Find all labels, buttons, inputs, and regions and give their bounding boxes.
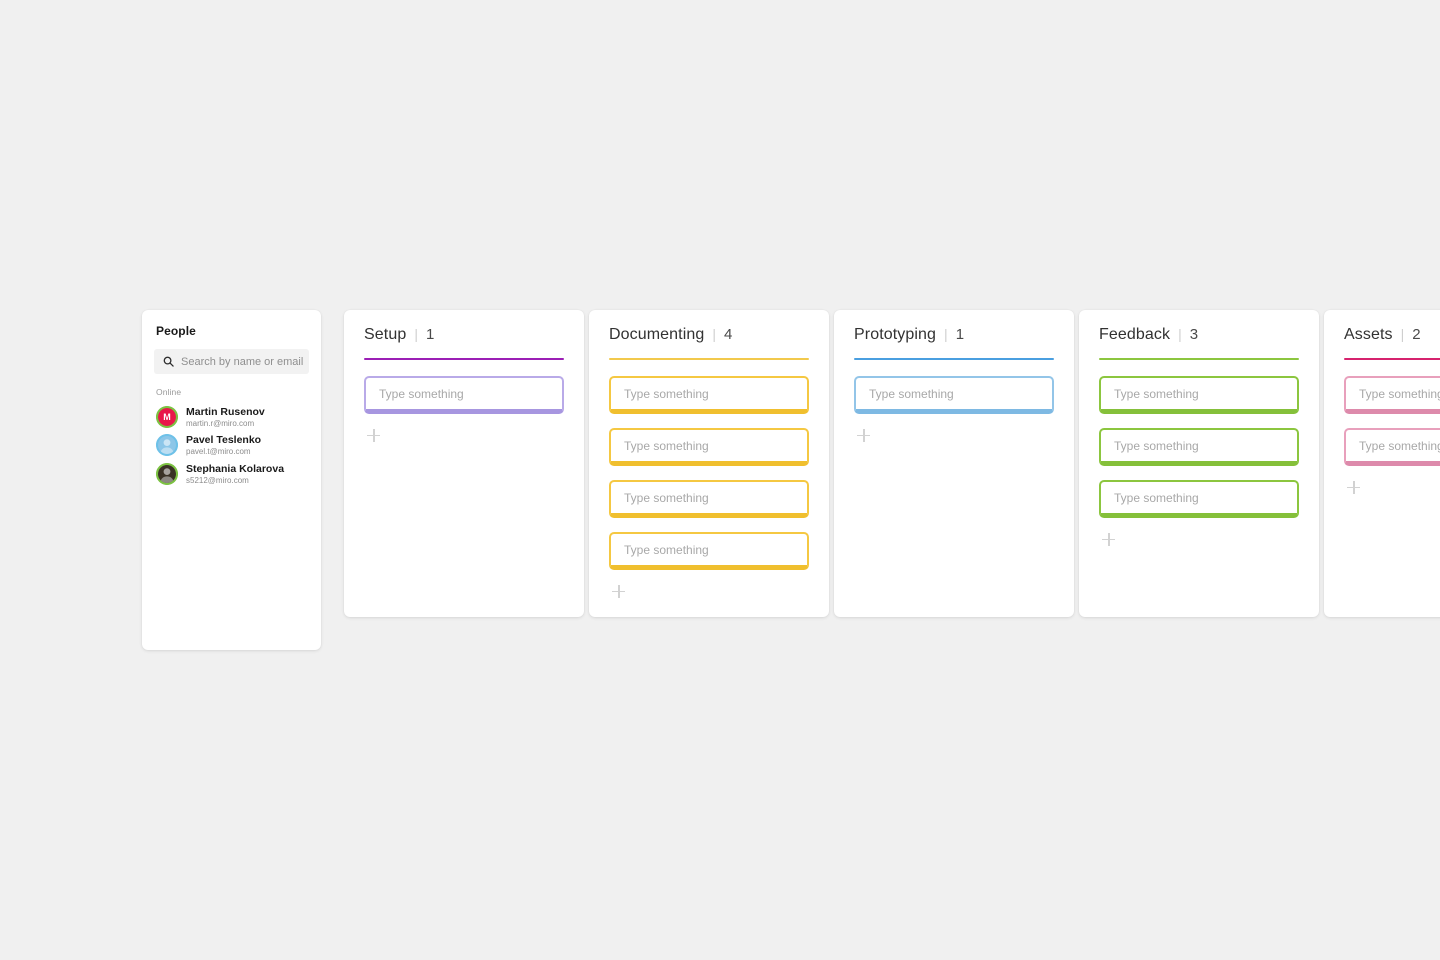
kanban-column: Prototyping | 1 Type something [834,310,1074,617]
column-card-count: 2 [1412,326,1421,343]
avatar-image [158,464,176,483]
add-card-button[interactable] [1101,532,1117,548]
card-placeholder-text: Type something [1114,386,1199,401]
column-title: Documenting [609,326,705,343]
card-placeholder-text: Type something [624,542,709,557]
column-count-separator: | [1178,326,1182,342]
people-group-label: Online [156,387,182,397]
people-panel-title: People [156,324,196,338]
avatar: M [156,406,178,429]
person-list-item[interactable]: Stephania Kolarova s5212@miro.com [154,460,309,488]
card-placeholder-text: Type something [624,438,709,453]
people-panel: People Search by name or email Online MM… [142,310,321,650]
kanban-card[interactable]: Type something [609,532,809,570]
card-placeholder-text: Type something [1114,438,1199,453]
column-header[interactable]: Prototyping | 1 [854,310,1054,358]
card-placeholder-text: Type something [1114,490,1199,505]
person-name: Martin Rusenov [186,406,265,418]
kanban-card[interactable]: Type something [1344,376,1440,414]
person-email: martin.r@miro.com [186,419,255,429]
card-placeholder-text: Type something [869,386,954,401]
kanban-card[interactable]: Type something [609,480,809,518]
column-count-separator: | [1400,326,1405,342]
person-email: pavel.t@miro.com [186,447,251,457]
add-card-button[interactable] [611,584,627,600]
card-placeholder-text: Type something [624,490,709,505]
column-card-count: 4 [724,326,733,343]
column-card-list: Type something [364,360,564,444]
card-placeholder-text: Type something [379,386,464,401]
add-card-button[interactable] [856,428,872,444]
search-icon [163,356,174,367]
people-search-placeholder: Search by name or email [181,355,304,368]
card-placeholder-text: Type something [1359,386,1440,401]
column-header[interactable]: Feedback | 3 [1099,310,1299,358]
add-card-button[interactable] [366,428,382,444]
board-canvas: People Search by name or email Online MM… [0,0,1440,960]
column-title: Prototyping [854,326,937,343]
kanban-column: Feedback | 3 Type something Type something Ty… [1079,310,1319,617]
kanban-card[interactable]: Type something [1344,428,1440,466]
person-details: Martin Rusenov martin.r@miro.com [186,406,265,428]
column-header[interactable]: Assets | 2 [1344,310,1440,358]
kanban-column: Assets | 2 Type something Type something [1324,310,1440,617]
kanban-column: Documenting | 4 Type something Type somethin… [589,310,829,617]
kanban-card[interactable]: Type something [854,376,1054,414]
column-header[interactable]: Setup | 1 [364,310,564,358]
column-title: Feedback [1099,326,1171,343]
person-details: Stephania Kolarova s5212@miro.com [186,463,284,485]
card-placeholder-text: Type something [624,386,709,401]
column-count-separator: | [944,326,948,342]
kanban-card[interactable]: Type something [609,428,809,466]
add-card-button[interactable] [1346,480,1362,496]
kanban-card[interactable]: Type something [609,376,809,414]
avatar-initial: M [163,412,171,423]
kanban-card[interactable]: Type something [1099,376,1299,414]
kanban-card[interactable]: Type something [1099,480,1299,518]
column-card-list: Type something Type something [1344,360,1440,496]
column-card-count: 3 [1189,326,1199,343]
person-list-item[interactable]: M Martin Rusenov martin.r@miro.com [154,403,309,431]
column-card-count: 1 [955,326,965,343]
column-header[interactable]: Documenting | 4 [609,310,809,358]
column-count-separator: | [414,326,418,342]
card-placeholder-text: Type something [1359,438,1440,453]
column-count-separator: | [712,326,717,342]
column-title: Assets [1344,326,1393,343]
person-details: Pavel Teslenko pavel.t@miro.com [186,434,261,456]
column-card-list: Type something Type something Type somethi… [1099,360,1299,548]
column-card-list: Type something Type something Type somethi… [609,360,809,600]
kanban-column: Setup | 1 Type something [344,310,584,617]
column-title: Setup [364,326,407,343]
column-card-list: Type something [854,360,1054,444]
person-name: Stephania Kolarova [186,462,285,475]
person-email: s5212@miro.com [186,475,249,485]
avatar-image: M [158,408,176,427]
column-card-count: 1 [425,326,435,343]
person-name: Pavel Teslenko [186,434,262,447]
avatar [156,434,178,457]
avatar [156,462,178,485]
kanban-card[interactable]: Type something [364,376,564,414]
people-list: M Martin Rusenov martin.r@miro.com Pavel Te… [154,403,309,488]
kanban-card[interactable]: Type something [1099,428,1299,466]
people-search-input[interactable]: Search by name or email [154,349,309,374]
person-list-item[interactable]: Pavel Teslenko pavel.t@miro.com [154,431,309,459]
avatar-image [158,436,176,455]
